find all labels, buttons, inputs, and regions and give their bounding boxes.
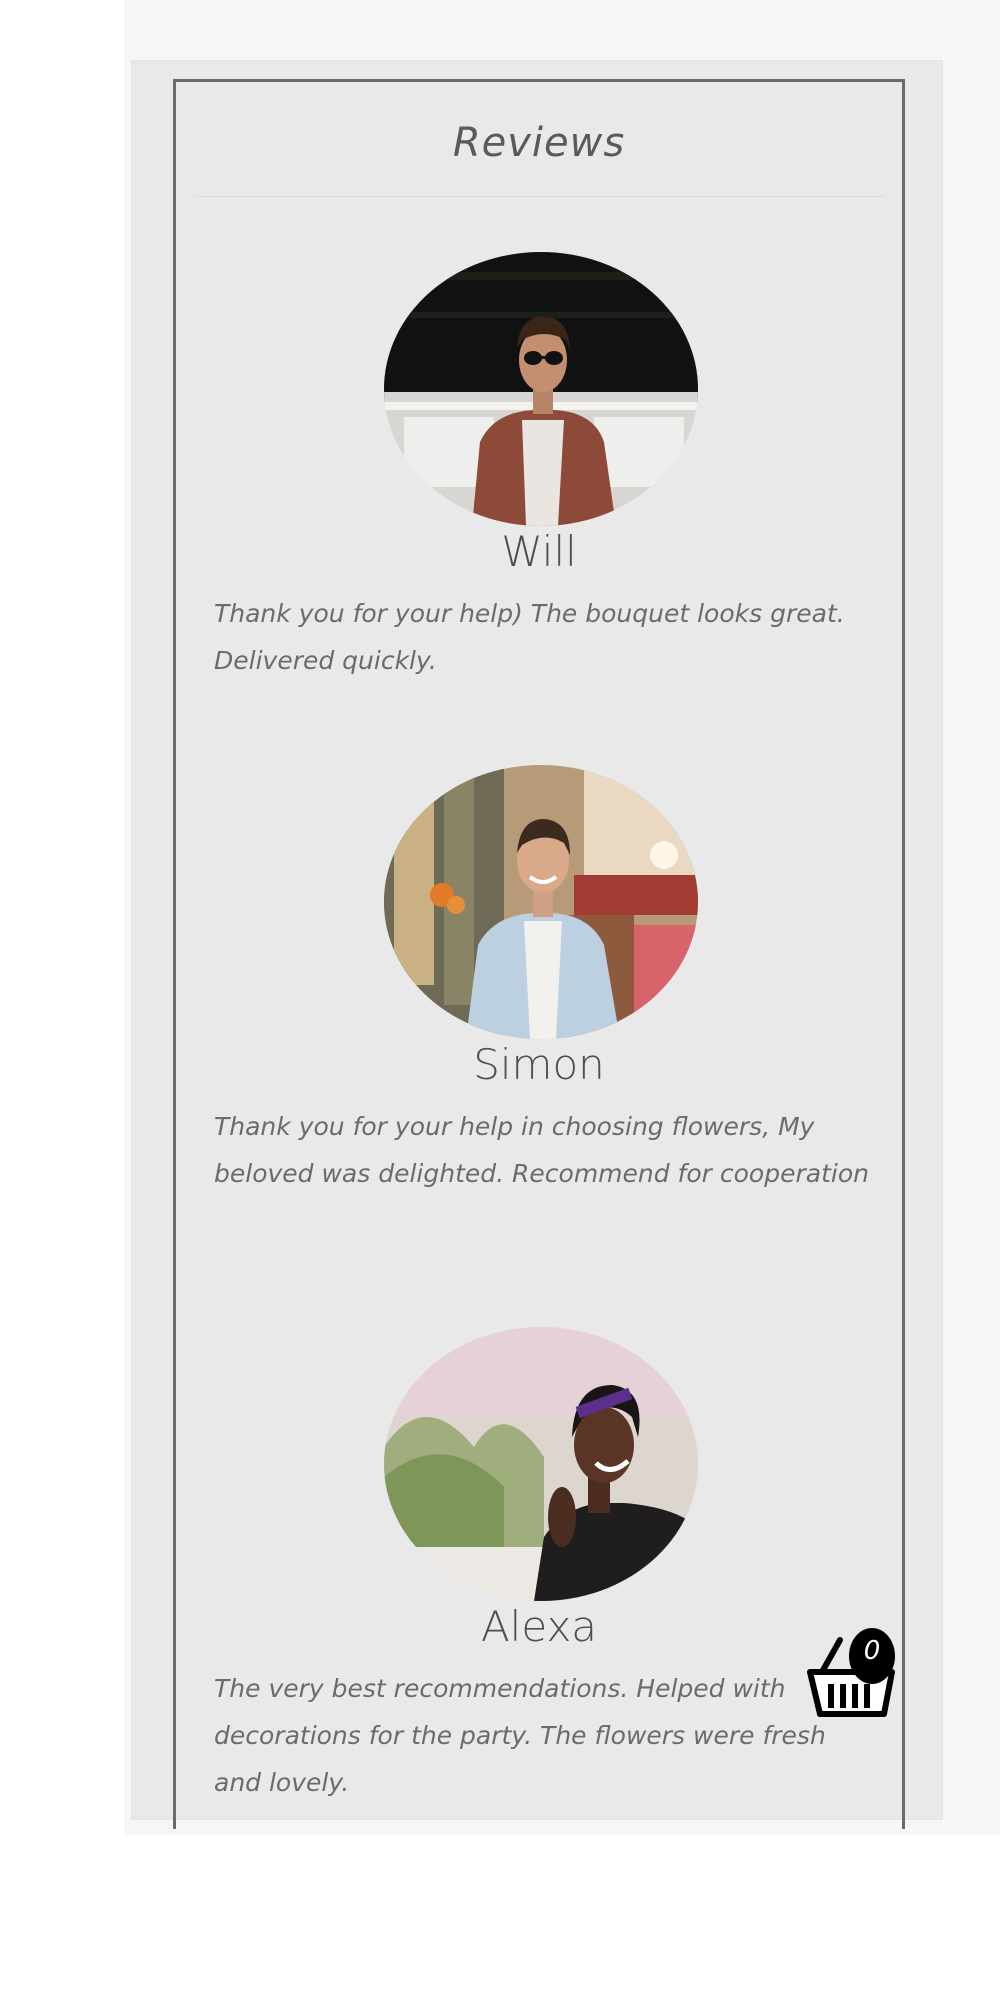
reviewer-avatar: [384, 765, 698, 1039]
review-text: Thank you for your help in choosing flow…: [214, 1112, 869, 1188]
reviewer-name: Simon: [473, 1040, 605, 1089]
reviewer-name: Will: [501, 527, 577, 576]
section-title: Reviews: [452, 120, 626, 166]
review-text: The very best recommendations. Helped wi…: [214, 1674, 826, 1797]
cart-count-badge: 0: [863, 1636, 881, 1666]
reviews-card: Reviews Will Thank you for your help) Th…: [173, 79, 905, 1829]
review-text: Thank you for your help) The bouquet loo…: [214, 599, 845, 675]
reviewer-avatar: [384, 1327, 698, 1601]
title-divider: [194, 196, 884, 197]
cart-button[interactable]: 0: [802, 1626, 900, 1718]
reviewer-avatar: [384, 252, 698, 526]
reviewer-name: Alexa: [480, 1602, 598, 1651]
